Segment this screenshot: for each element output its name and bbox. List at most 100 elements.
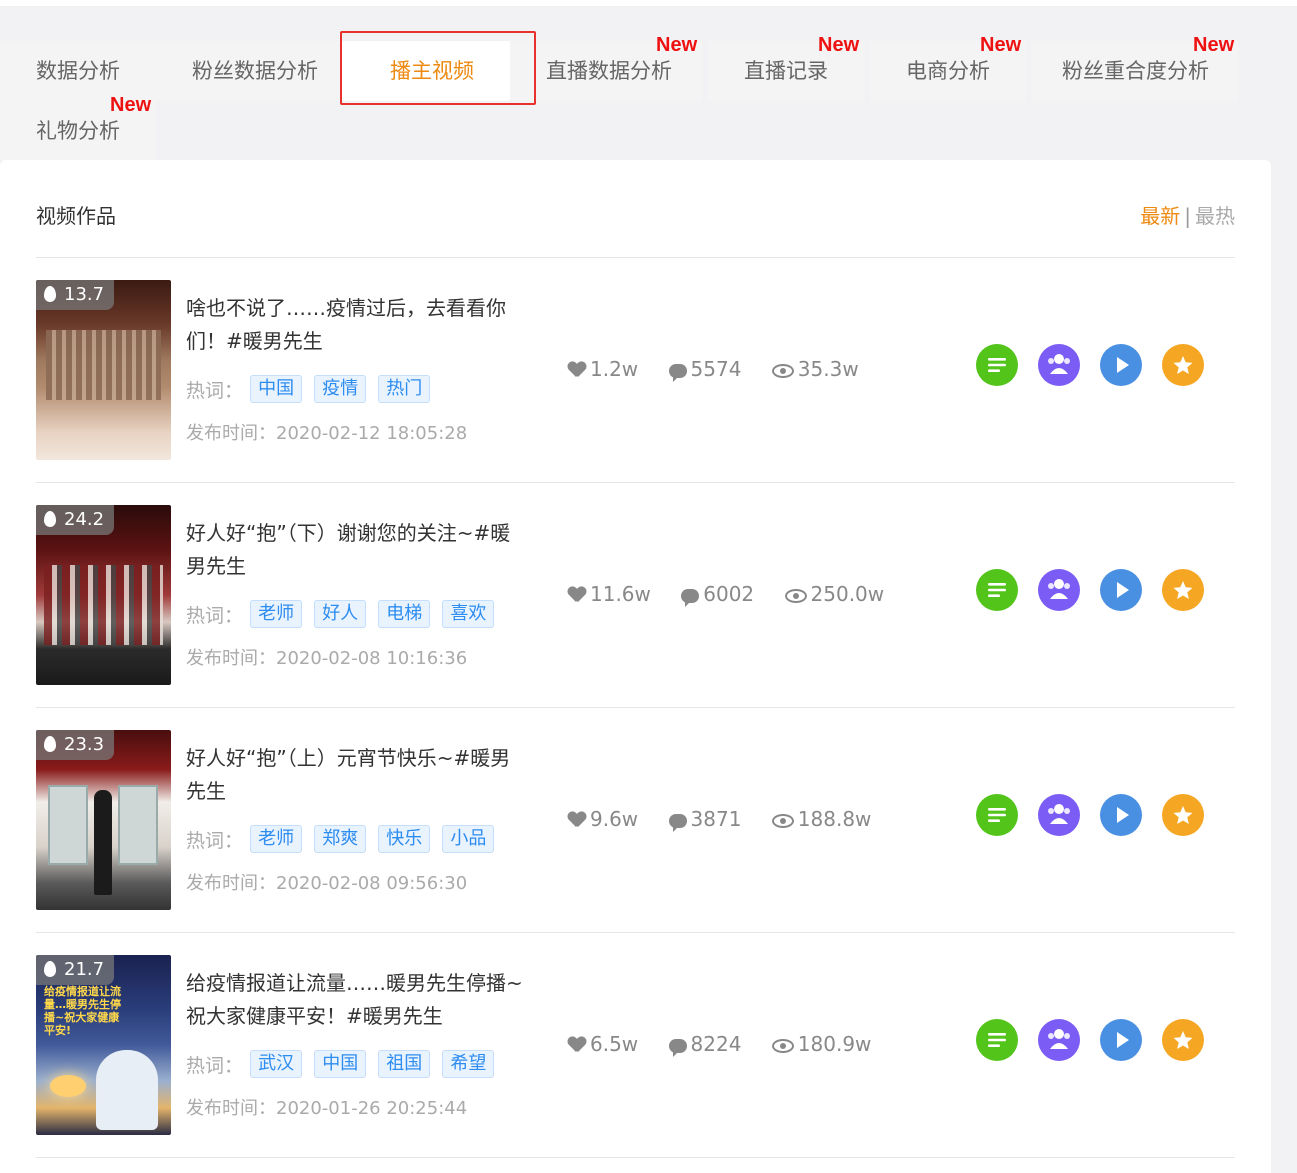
video-title[interactable]: 给疫情报道让流量……暖男先生停播~祝大家健康平安！#暖男先生: [186, 967, 526, 1033]
detail-button[interactable]: [976, 569, 1018, 611]
sort-switch: 最新 | 最热: [1140, 200, 1235, 229]
view-icon: [771, 1038, 794, 1053]
thumbnail-light-shape: [50, 1075, 86, 1097]
comment-icon: [668, 363, 687, 382]
sort-separator: |: [1184, 204, 1191, 228]
new-badge: New: [1193, 34, 1235, 56]
favorite-button[interactable]: [1162, 1019, 1205, 1061]
fans-analysis-button[interactable]: [1038, 344, 1081, 386]
video-stats: 1.2w 5574 35.3w: [568, 355, 883, 385]
detail-button[interactable]: [976, 344, 1018, 386]
heat-value: 23.3: [64, 734, 105, 755]
tab-label: 播主视频: [390, 59, 474, 83]
hot-word-tag[interactable]: 郑爽: [314, 825, 367, 853]
hot-word-tag[interactable]: 好人: [314, 600, 367, 628]
star-icon: [1173, 356, 1193, 374]
comments-stat: 5574: [668, 356, 742, 382]
comments-stat: 6002: [681, 581, 755, 607]
fans-analysis-button[interactable]: [1038, 1019, 1081, 1061]
tab-data-analysis[interactable]: 数据分析: [0, 41, 156, 101]
favorite-button[interactable]: [1162, 344, 1205, 386]
play-button[interactable]: [1100, 344, 1143, 386]
comments-stat: 3871: [668, 807, 741, 832]
hot-word-tag[interactable]: 中国: [314, 1050, 367, 1078]
detail-list-icon: [988, 808, 1006, 822]
likes-stat: 1.2w: [568, 357, 638, 381]
video-actions: [976, 344, 1219, 386]
hot-word-tag[interactable]: 小品: [442, 825, 495, 853]
like-icon: [568, 1037, 586, 1053]
play-icon: [1117, 357, 1130, 373]
hot-word-tag[interactable]: 热门: [378, 375, 431, 403]
detail-list-icon: [988, 358, 1006, 372]
comments-value: 5574: [690, 356, 742, 381]
hot-word-tag[interactable]: 希望: [442, 1050, 495, 1078]
tab-label: 礼物分析: [36, 119, 120, 143]
hot-words: 热词： 老师 好人 电梯 喜欢: [186, 600, 501, 630]
detail-button[interactable]: [976, 794, 1018, 836]
hot-word-tag[interactable]: 老师: [250, 825, 303, 853]
video-thumbnail[interactable]: 13.7: [36, 280, 171, 460]
hot-word-tag[interactable]: 中国: [250, 375, 303, 403]
hot-word-tag[interactable]: 快乐: [378, 825, 431, 853]
hot-word-tag[interactable]: 电梯: [378, 600, 431, 628]
sort-latest-button[interactable]: 最新: [1140, 204, 1180, 228]
like-icon: [568, 812, 586, 828]
video-title[interactable]: 好人好“抱”（上）元宵节快乐~#暖男先生: [186, 742, 526, 808]
hot-word-tag[interactable]: 老师: [250, 600, 303, 628]
video-title[interactable]: 啥也不说了……疫情过后，去看看你们！#暖男先生: [186, 292, 526, 358]
video-thumbnail[interactable]: 23.3: [36, 730, 171, 910]
flame-icon: [44, 736, 56, 752]
comment-icon: [681, 588, 700, 607]
publish-time: 发布时间：2020-02-12 18:05:28: [186, 423, 468, 444]
hot-word-tag[interactable]: 祖国: [378, 1050, 431, 1078]
comments-value: 6002: [703, 581, 755, 606]
fans-icon: [1048, 804, 1071, 824]
heat-badge: 24.2: [36, 505, 115, 535]
fans-analysis-button[interactable]: [1038, 569, 1081, 611]
tab-creator-videos[interactable]: 播主视频: [342, 41, 510, 101]
video-row: 23.3 好人好“抱”（上）元宵节快乐~#暖男先生 热词： 老师 郑爽 快乐 小…: [36, 707, 1235, 932]
play-button[interactable]: [1100, 794, 1143, 836]
comments-value: 8224: [690, 1031, 742, 1056]
favorite-button[interactable]: [1162, 569, 1205, 611]
hot-word-tag[interactable]: 武汉: [250, 1050, 303, 1078]
likes-value: 11.6w: [590, 581, 651, 606]
likes-value: 6.5w: [590, 1031, 639, 1056]
video-stats: 6.5w 8224 180.9w: [568, 1030, 895, 1060]
divider: [36, 1157, 1235, 1158]
hot-words: 热词： 老师 郑爽 快乐 小品: [186, 825, 501, 855]
video-thumbnail[interactable]: 24.2: [36, 505, 171, 685]
tab-bar: 数据分析 粉丝数据分析 播主视频 直播数据分析 直播记录 电商分析 粉丝重合度分…: [0, 0, 1297, 161]
views-stat: 180.9w: [771, 1032, 871, 1056]
publish-time: 发布时间：2020-02-08 09:56:30: [186, 873, 468, 894]
comment-icon: [668, 1038, 687, 1057]
heat-value: 21.7: [64, 959, 105, 980]
hot-word-tag[interactable]: 喜欢: [442, 600, 495, 628]
tab-label: 数据分析: [36, 59, 120, 83]
video-row: 24.2 好人好“抱”（下）谢谢您的关注~#暖男先生 热词： 老师 好人 电梯 …: [36, 482, 1235, 707]
play-button[interactable]: [1100, 1019, 1143, 1061]
hot-words: 热词： 武汉 中国 祖国 希望: [186, 1050, 501, 1080]
new-badge: New: [656, 34, 698, 56]
play-button[interactable]: [1100, 569, 1143, 611]
fans-analysis-button[interactable]: [1038, 794, 1081, 836]
video-thumbnail[interactable]: 给疫情报道让流量…暖男先生停播~祝大家健康平安! 21.7: [36, 955, 171, 1135]
views-stat: 188.8w: [771, 807, 871, 831]
favorite-button[interactable]: [1162, 794, 1205, 836]
video-row: 13.7 啥也不说了……疫情过后，去看看你们！#暖男先生 热词： 中国 疫情 热…: [36, 257, 1235, 482]
hot-word-tag[interactable]: 疫情: [314, 375, 367, 403]
video-row: 给疫情报道让流量…暖男先生停播~祝大家健康平安! 21.7 给疫情报道让流量………: [36, 932, 1235, 1157]
detail-button[interactable]: [976, 1019, 1018, 1061]
flame-icon: [44, 286, 56, 302]
sort-hot-button[interactable]: 最热: [1195, 204, 1235, 228]
fans-icon: [1048, 1029, 1071, 1049]
video-title[interactable]: 好人好“抱”（下）谢谢您的关注~#暖男先生: [186, 517, 526, 583]
thumbnail-nurse-shape: [96, 1050, 158, 1130]
thumbnail-crowd-shape: [46, 330, 161, 400]
tab-label: 粉丝重合度分析: [1062, 59, 1209, 83]
hot-words-label: 热词：: [186, 379, 244, 402]
tab-fans-data-analysis[interactable]: 粉丝数据分析: [156, 41, 342, 101]
star-icon: [1173, 806, 1193, 824]
thumbnail-crowd-shape: [44, 565, 163, 645]
